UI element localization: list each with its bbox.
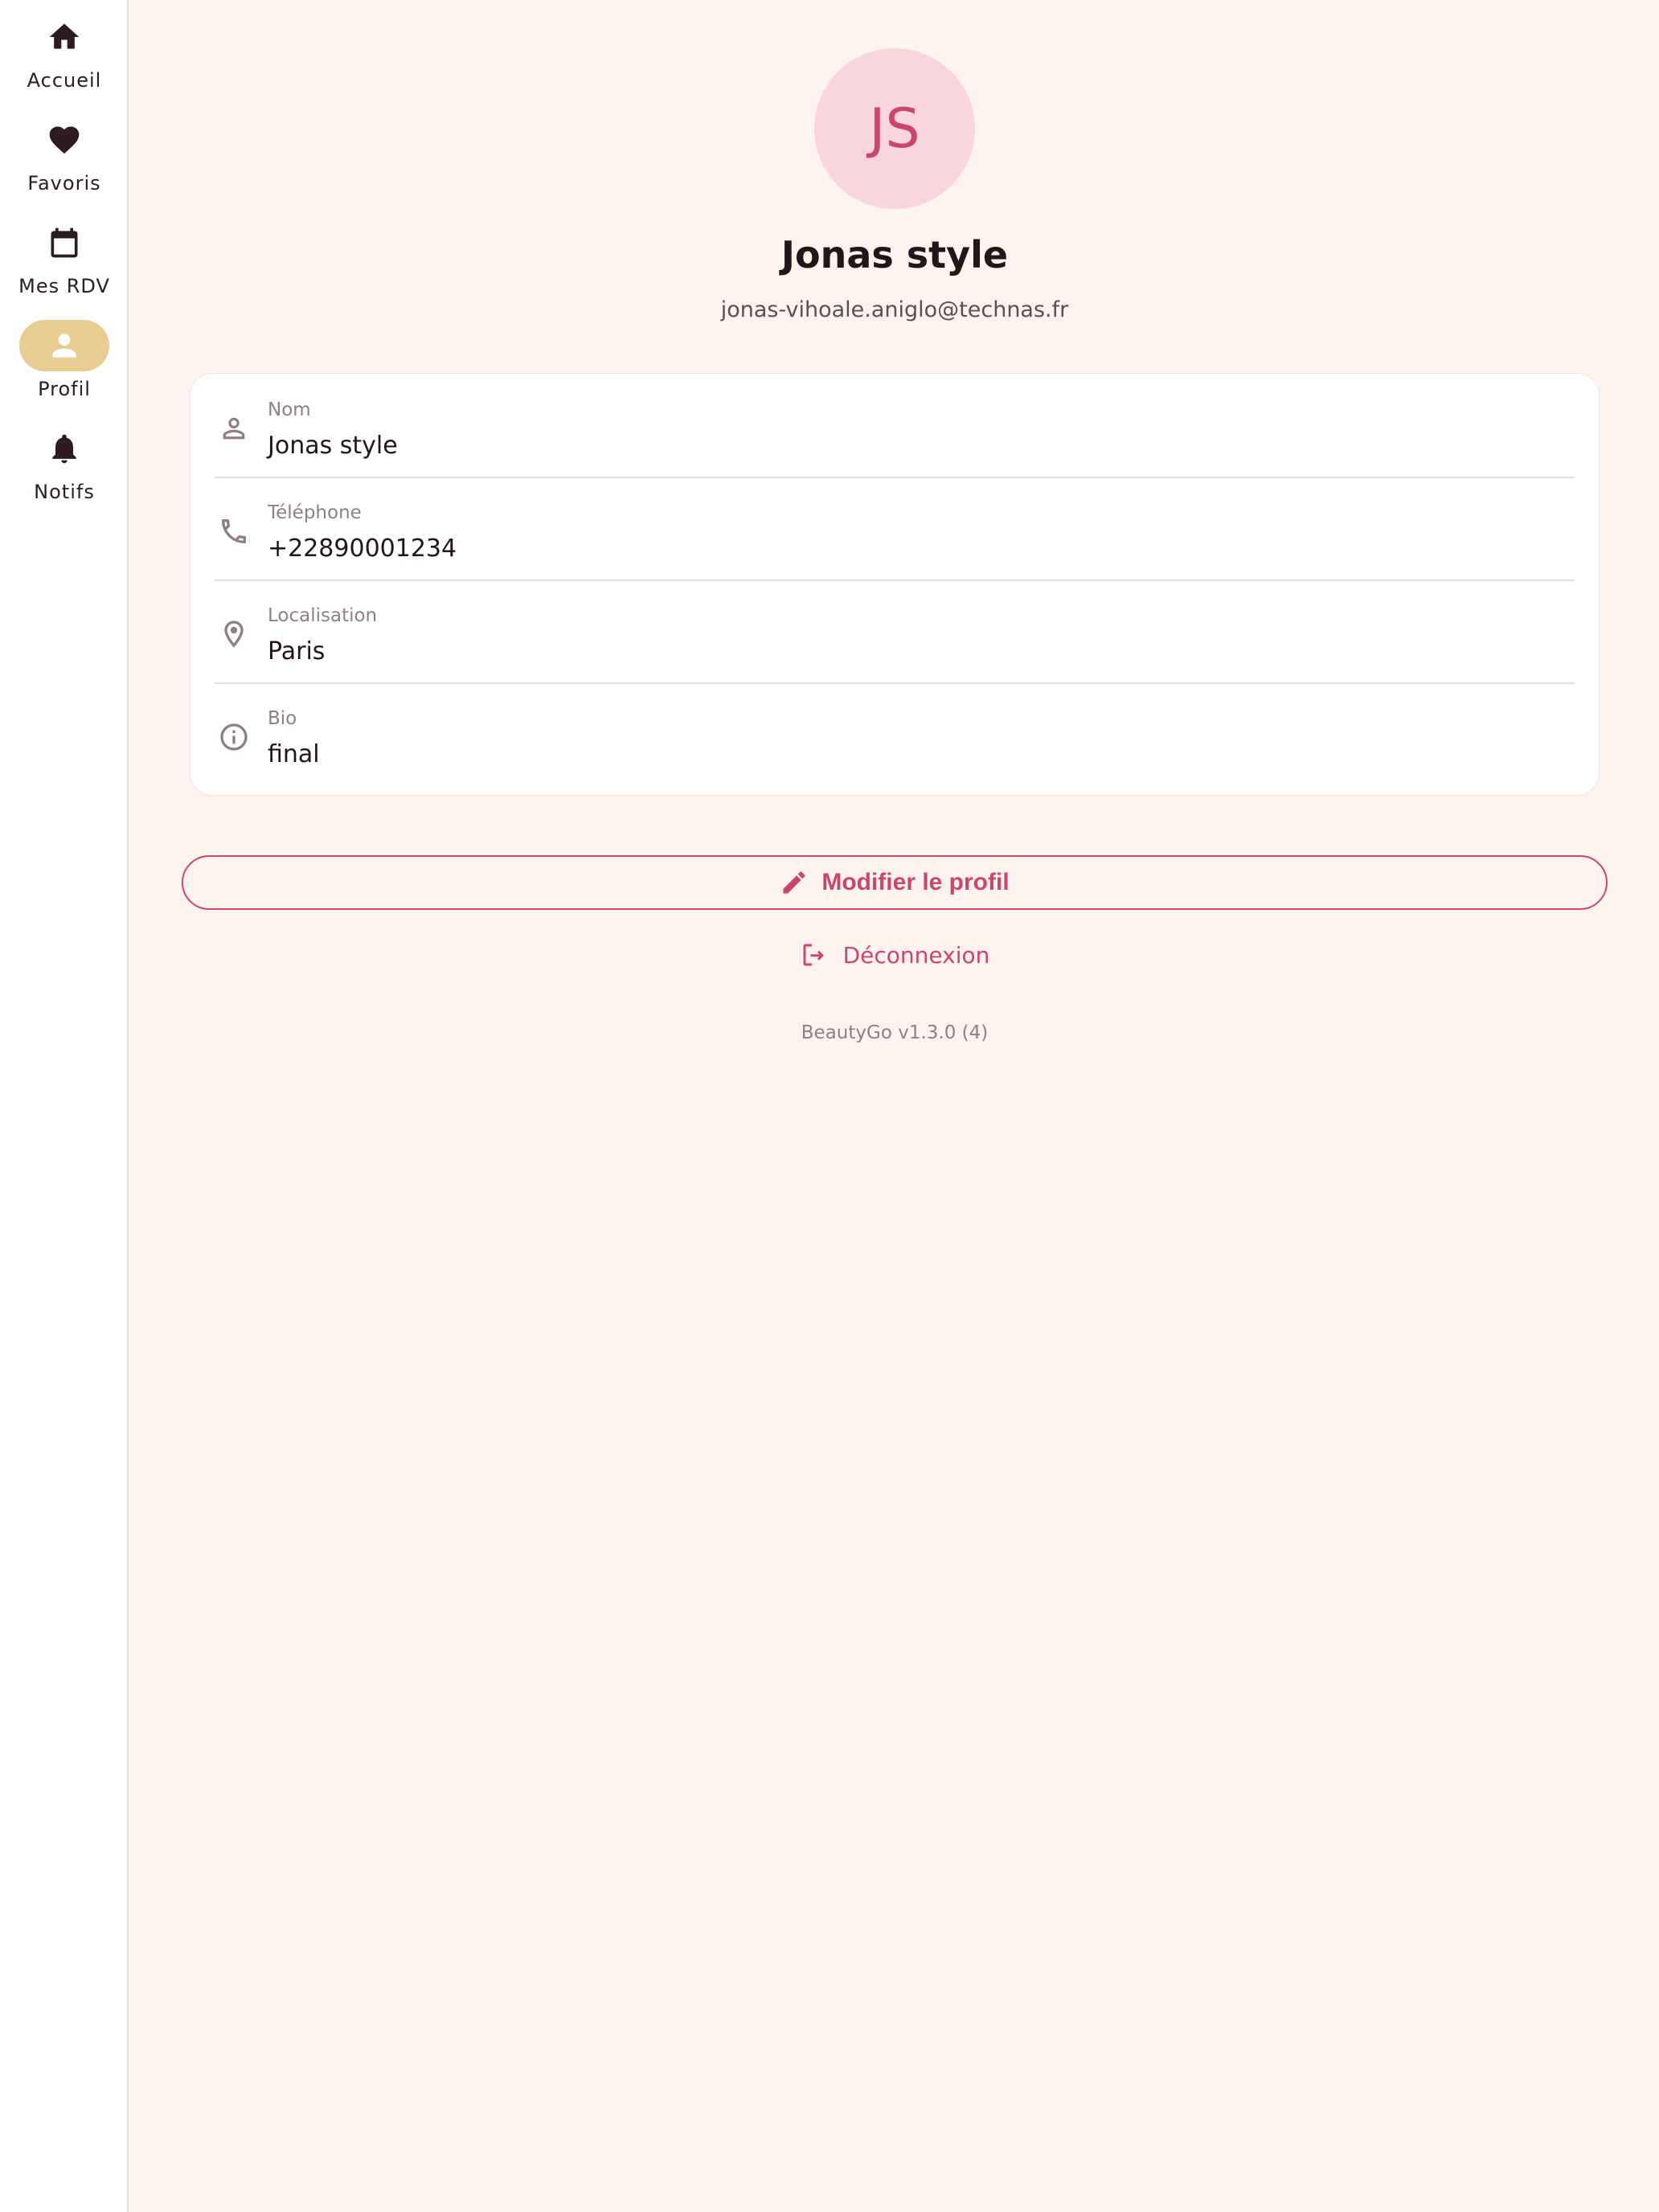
field-telephone: Téléphone +22890001234 bbox=[215, 477, 1575, 581]
field-label-nom: Nom bbox=[268, 399, 311, 420]
field-label-bio: Bio bbox=[268, 708, 297, 729]
bell-icon bbox=[19, 423, 109, 474]
info-icon bbox=[218, 721, 250, 753]
logout-icon bbox=[803, 944, 824, 966]
home-icon bbox=[19, 11, 109, 63]
app-version: BeautyGo v1.3.0 (4) bbox=[801, 1022, 989, 1043]
nav-label-notifs: Notifs bbox=[34, 481, 95, 503]
nav-item-notifs[interactable]: Notifs bbox=[0, 423, 129, 503]
field-localisation: Localisation Paris bbox=[215, 580, 1575, 684]
logout-button[interactable]: Déconnexion bbox=[789, 932, 1000, 977]
field-label-telephone: Téléphone bbox=[268, 502, 362, 523]
profile-info-card: Nom Jonas style Téléphone +22890001234 L… bbox=[190, 373, 1600, 796]
profile-name: Jonas style bbox=[780, 233, 1009, 276]
nav-label-profil: Profil bbox=[38, 378, 91, 400]
nav-item-profil[interactable]: Profil bbox=[0, 320, 129, 400]
field-bio: Bio final bbox=[215, 682, 1575, 785]
person-icon bbox=[19, 320, 109, 371]
nav-item-favoris[interactable]: Favoris bbox=[0, 114, 129, 195]
field-label-localisation: Localisation bbox=[268, 605, 378, 626]
logout-label: Déconnexion bbox=[842, 941, 990, 969]
pencil-icon bbox=[783, 871, 805, 894]
heart-icon bbox=[19, 114, 109, 166]
navigation-rail: Accueil Favoris Mes RDV Profil Notifs bbox=[0, 0, 129, 2212]
nav-label-accueil: Accueil bbox=[27, 69, 102, 92]
nav-label-mes-rdv: Mes RDV bbox=[18, 275, 110, 297]
location-icon bbox=[218, 618, 250, 650]
edit-profile-button[interactable]: Modifier le profil bbox=[182, 855, 1608, 910]
nav-item-mes-rdv[interactable]: Mes RDV bbox=[0, 217, 129, 297]
nav-item-accueil[interactable]: Accueil bbox=[0, 11, 129, 92]
avatar: JS bbox=[814, 48, 975, 209]
field-value-telephone: +22890001234 bbox=[268, 535, 457, 563]
field-value-nom: Jonas style bbox=[268, 432, 398, 460]
nav-label-favoris: Favoris bbox=[27, 172, 101, 195]
field-value-localisation: Paris bbox=[268, 637, 326, 666]
phone-icon bbox=[218, 515, 250, 547]
field-nom: Nom Jonas style bbox=[215, 374, 1575, 478]
calendar-icon bbox=[19, 217, 109, 268]
edit-profile-label: Modifier le profil bbox=[821, 869, 1010, 895]
profile-page: JS Jonas style jonas-vihoale.aniglo@tech… bbox=[130, 0, 1659, 2212]
avatar-initials: JS bbox=[869, 96, 920, 161]
person-outline-icon bbox=[218, 412, 250, 444]
field-value-bio: final bbox=[268, 740, 320, 768]
profile-email: jonas-vihoale.aniglo@technas.fr bbox=[720, 297, 1069, 322]
